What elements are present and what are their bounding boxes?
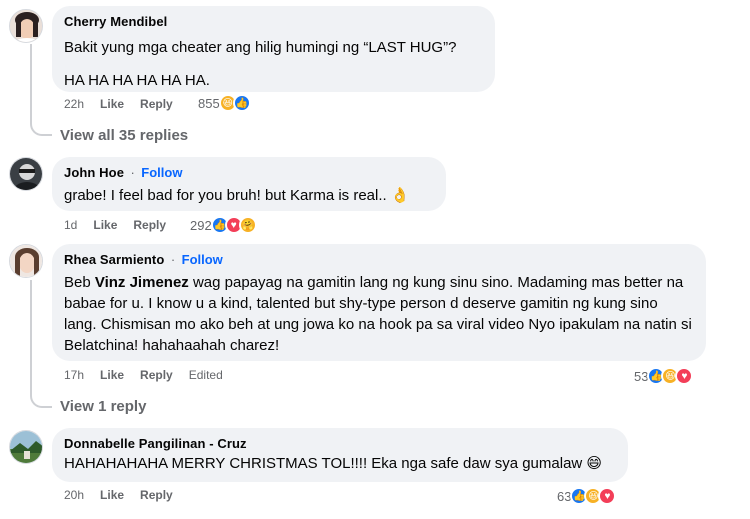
comment-bubble: Donnabelle Pangilinan - Cruz HAHAHAHAHA … (52, 428, 628, 482)
avatar-photo (10, 158, 42, 190)
reply-button[interactable]: Reply (133, 218, 166, 232)
love-reaction-icon: ♥ (598, 487, 617, 505)
comment-timestamp[interactable]: 17h (64, 368, 84, 382)
comment-text-line: Bakit yung mga cheater ang hilig humingi… (64, 39, 457, 56)
comment-text-prefix: Beb (64, 274, 95, 291)
separator-dot: · (170, 252, 176, 267)
reactions-summary[interactable]: 292 👍 ♥ 🤗 (190, 216, 257, 234)
avatar-photo (10, 431, 42, 463)
reply-button[interactable]: Reply (140, 488, 173, 502)
comment-author[interactable]: John Hoe (64, 165, 124, 180)
comment-timestamp[interactable]: 22h (64, 97, 84, 111)
like-button[interactable]: Like (100, 368, 124, 382)
comment-actions: 20h Like Reply (64, 488, 173, 502)
reactions-count: 63 (557, 488, 572, 504)
thread-connector (30, 280, 52, 408)
mention-link[interactable]: Vinz Jimenez (95, 274, 189, 291)
edited-label: Edited (188, 368, 223, 382)
reply-button[interactable]: Reply (140, 97, 173, 111)
love-reaction-icon: ♥ (675, 367, 694, 385)
like-button[interactable]: Like (93, 218, 117, 232)
reactions-count: 855 (198, 95, 220, 111)
comment-bubble: John Hoe · Follow grabe! I feel bad for … (52, 157, 446, 211)
comment-bubble: Rhea Sarmiento · Follow Beb Vinz Jimenez… (52, 244, 706, 361)
like-button[interactable]: Like (100, 97, 124, 111)
comment-actions: 1d Like Reply (64, 218, 166, 232)
avatar[interactable] (9, 244, 43, 278)
comment-text-line: grabe! I feel bad for you bruh! but Karm… (64, 187, 410, 204)
reactions-count: 292 (190, 217, 212, 233)
reactions-summary[interactable]: 63 👍 😆 ♥ (557, 487, 617, 505)
like-button[interactable]: Like (100, 488, 124, 502)
view-replies-link[interactable]: View 1 reply (60, 398, 146, 415)
follow-button[interactable]: Follow (182, 252, 223, 267)
reactions-count: 53 (634, 368, 649, 384)
avatar[interactable] (9, 157, 43, 191)
comment-text-line: HAHAHAHAHA MERRY CHRISTMAS TOL!!!! Eka n… (64, 455, 603, 472)
comment-timestamp[interactable]: 1d (64, 218, 77, 232)
reply-button[interactable]: Reply (140, 368, 173, 382)
avatar-photo (10, 10, 42, 42)
reactions-summary[interactable]: 53 👍 😆 ♥ (634, 367, 694, 385)
avatar[interactable] (9, 9, 43, 43)
comment-actions: 17h Like Reply Edited (64, 368, 223, 382)
view-replies-link[interactable]: View all 35 replies (60, 127, 188, 144)
avatar[interactable] (9, 430, 43, 464)
comment-actions: 22h Like Reply (64, 97, 173, 111)
like-reaction-icon: 👍 (232, 94, 251, 112)
comment-author[interactable]: Donnabelle Pangilinan - Cruz (64, 436, 616, 451)
comment-text: Beb Vinz Jimenez wag papayag na gamitin … (64, 272, 694, 356)
thread-connector (30, 44, 52, 136)
comment-timestamp[interactable]: 20h (64, 488, 84, 502)
comment-text-line: HA HA HA HA HA HA. (64, 72, 210, 89)
comment-author[interactable]: Cherry Mendibel (64, 14, 483, 29)
care-reaction-icon: 🤗 (238, 216, 257, 234)
separator-dot: · (130, 165, 135, 180)
follow-button[interactable]: Follow (141, 165, 182, 180)
reactions-summary[interactable]: 855 😆 👍 (198, 94, 251, 112)
comment-author[interactable]: Rhea Sarmiento (64, 252, 164, 267)
comment-bubble: Cherry Mendibel Bakit yung mga cheater a… (52, 6, 495, 92)
avatar-photo (10, 245, 42, 277)
